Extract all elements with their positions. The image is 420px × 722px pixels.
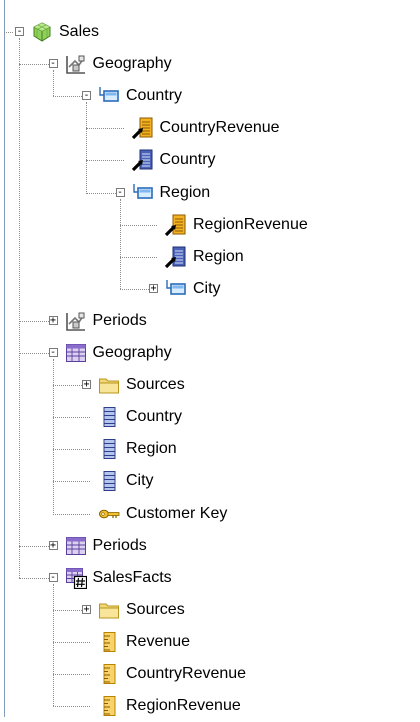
collapse-toggle[interactable]: - bbox=[82, 91, 91, 101]
tree-node-periods-hier[interactable]: + Periods bbox=[0, 305, 420, 337]
cube-tree-view[interactable]: - Sales - Geography - Country CountryReven… bbox=[0, 0, 420, 717]
collapse-toggle[interactable]: - bbox=[48, 348, 58, 358]
table-icon bbox=[65, 535, 87, 557]
calculated-attribute-icon bbox=[131, 117, 154, 140]
tree-node-region-revenue-attr[interactable]: RegionRevenue bbox=[0, 209, 420, 241]
tree-node-label: City bbox=[126, 472, 154, 490]
tree-node-label: Sources bbox=[126, 600, 185, 618]
tree-node-country-column[interactable]: Country bbox=[0, 401, 420, 433]
column-icon bbox=[98, 406, 120, 428]
tree-node-label: City bbox=[193, 279, 221, 297]
column-icon bbox=[98, 438, 120, 460]
expand-toggle[interactable]: + bbox=[149, 283, 158, 293]
tree-node-label: Country bbox=[126, 408, 183, 426]
expand-toggle[interactable]: + bbox=[82, 604, 91, 614]
tree-node-region-column[interactable]: Region bbox=[0, 433, 420, 465]
expand-toggle[interactable]: + bbox=[82, 380, 91, 390]
calculated-attribute-icon bbox=[164, 214, 187, 236]
tree-node-label: Geography bbox=[92, 55, 172, 73]
tree-node-label: Region bbox=[159, 183, 211, 201]
tree-node-label: Region bbox=[126, 440, 177, 458]
tree-node-label: Region bbox=[193, 247, 244, 265]
collapse-toggle[interactable]: - bbox=[115, 187, 125, 197]
tree-node-sales[interactable]: - Sales bbox=[0, 16, 420, 48]
tree-node-region-level[interactable]: - Region bbox=[0, 177, 420, 209]
tree-node-label: RegionRevenue bbox=[193, 215, 308, 233]
tree-node-countryrevenue-measure[interactable]: CountryRevenue bbox=[0, 658, 420, 690]
tree-node-geography-sources[interactable]: + Sources bbox=[0, 369, 420, 401]
table-icon bbox=[65, 342, 87, 364]
tree-node-label: CountryRevenue bbox=[126, 665, 247, 683]
expand-toggle[interactable]: + bbox=[48, 540, 58, 550]
collapse-toggle[interactable]: - bbox=[48, 59, 58, 69]
attribute-icon bbox=[164, 246, 187, 268]
tree-node-salesfacts-sources[interactable]: + Sources bbox=[0, 594, 420, 626]
level-icon bbox=[165, 278, 187, 300]
fact-table-icon bbox=[65, 567, 87, 589]
tree-node-customer-key[interactable]: Customer Key bbox=[0, 498, 420, 530]
tree-node-label: Revenue bbox=[126, 632, 191, 650]
level-icon bbox=[132, 182, 154, 204]
tree-node-label: RegionRevenue bbox=[126, 697, 241, 715]
hierarchy-icon bbox=[65, 310, 87, 332]
tree-node-geography-hier[interactable]: - Geography bbox=[0, 48, 420, 80]
tree-node-revenue-measure[interactable]: Revenue bbox=[0, 626, 420, 658]
tree-node-label: Periods bbox=[92, 536, 147, 554]
tree-node-salesfacts-table[interactable]: - SalesFacts bbox=[0, 562, 420, 594]
tree-node-label: CountryRevenue bbox=[159, 119, 280, 137]
folder-icon bbox=[98, 599, 120, 621]
tree-node-label: SalesFacts bbox=[92, 568, 172, 586]
tree-node-region-attr[interactable]: Region bbox=[0, 241, 420, 273]
tree-node-geography-table[interactable]: - Geography bbox=[0, 337, 420, 369]
column-icon bbox=[98, 470, 120, 492]
collapse-toggle[interactable]: - bbox=[15, 27, 24, 37]
tree-node-country-level[interactable]: - Country bbox=[0, 80, 420, 112]
expand-toggle[interactable]: + bbox=[48, 315, 58, 325]
tree-node-label: Country bbox=[159, 151, 216, 169]
measure-icon bbox=[98, 631, 120, 653]
folder-icon bbox=[98, 374, 120, 396]
tree-node-country-attr[interactable]: Country bbox=[0, 144, 420, 176]
collapse-toggle[interactable]: - bbox=[48, 572, 58, 582]
tree-node-city-column[interactable]: City bbox=[0, 465, 420, 497]
measure-icon bbox=[98, 695, 120, 717]
tree-node-regionrevenue-measure[interactable]: RegionRevenue bbox=[0, 690, 420, 722]
tree-node-country-revenue-attr[interactable]: CountryRevenue bbox=[0, 112, 420, 144]
tree-node-label: Customer Key bbox=[126, 504, 228, 522]
level-icon bbox=[98, 85, 120, 107]
measure-icon bbox=[98, 663, 120, 685]
tree-node-label: Sources bbox=[126, 376, 185, 394]
tree-node-label: Geography bbox=[92, 344, 172, 362]
key-icon bbox=[98, 503, 120, 525]
cube-icon bbox=[31, 21, 53, 43]
tree-node-label: Country bbox=[126, 87, 183, 105]
tree-node-city-level[interactable]: + City bbox=[0, 273, 420, 305]
tree-node-label: Sales bbox=[59, 23, 100, 41]
tree-node-label: Periods bbox=[92, 311, 147, 329]
hierarchy-icon bbox=[65, 53, 87, 75]
attribute-icon bbox=[131, 149, 154, 172]
tree-node-periods-table[interactable]: + Periods bbox=[0, 530, 420, 562]
